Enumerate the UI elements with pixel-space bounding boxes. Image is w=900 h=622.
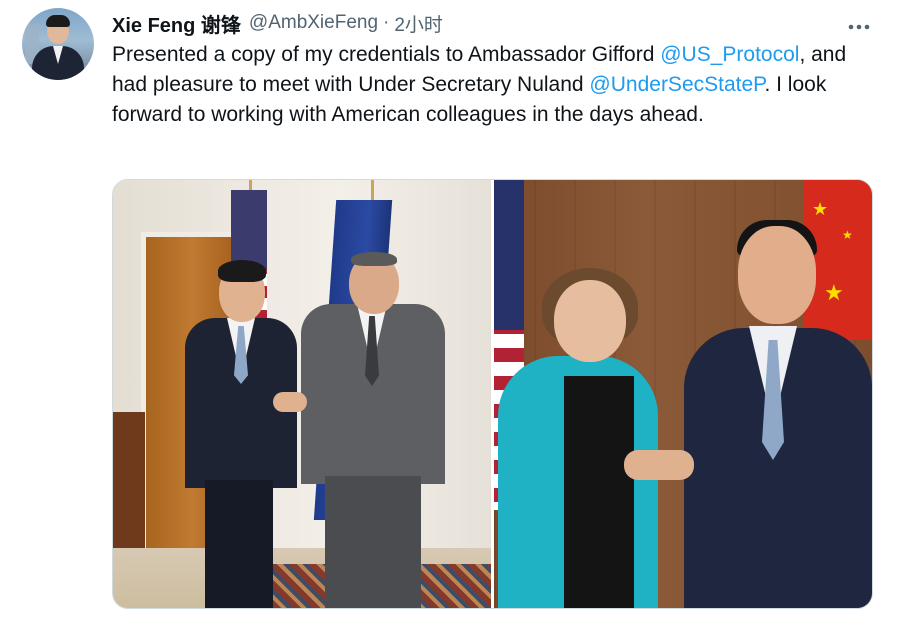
flag-canton [494,180,524,330]
hair [351,252,397,266]
black-top [564,376,634,608]
hair [218,260,266,282]
flag-star: ★ [824,280,844,305]
tweet-text: Presented a copy of my credentials to Am… [112,40,882,130]
tweet[interactable]: Xie Feng 谢锋 @AmbXieFeng · 2小时 Presented … [0,0,900,622]
flag-canton [231,190,267,270]
more-icon[interactable] [842,12,876,34]
flag-star: ★ [812,199,829,219]
person-nuland-face [554,280,626,362]
handshake [624,450,694,480]
photo-nuland-meeting[interactable]: ★ ★ ★ [494,180,872,608]
author-display-name[interactable]: Xie Feng 谢锋 [112,9,241,38]
person-xie-feng-face [738,226,816,324]
header-separator: · [383,12,390,33]
trousers [325,476,421,608]
trousers [205,480,273,608]
more-horizontal-icon [848,24,870,30]
flag-star: ★ [842,228,853,242]
media-gallery: ★ ★ ★ [112,179,873,609]
avatar-hair [46,15,70,27]
desk [113,412,145,552]
tweet-header: Xie Feng 谢锋 @AmbXieFeng · 2小时 [112,9,443,37]
handshake [273,392,307,412]
tweet-timestamp[interactable]: 2小时 [394,10,443,37]
author-avatar[interactable] [22,8,94,80]
tweet-text-part: Presented a copy of my credentials to Am… [112,43,661,66]
mention-us-protocol[interactable]: @US_Protocol [660,43,799,66]
photo-credentials-meeting[interactable] [113,180,491,608]
author-handle[interactable]: @AmbXieFeng [249,12,378,34]
mention-undersecstatep[interactable]: @UnderSecStateP [589,73,764,96]
